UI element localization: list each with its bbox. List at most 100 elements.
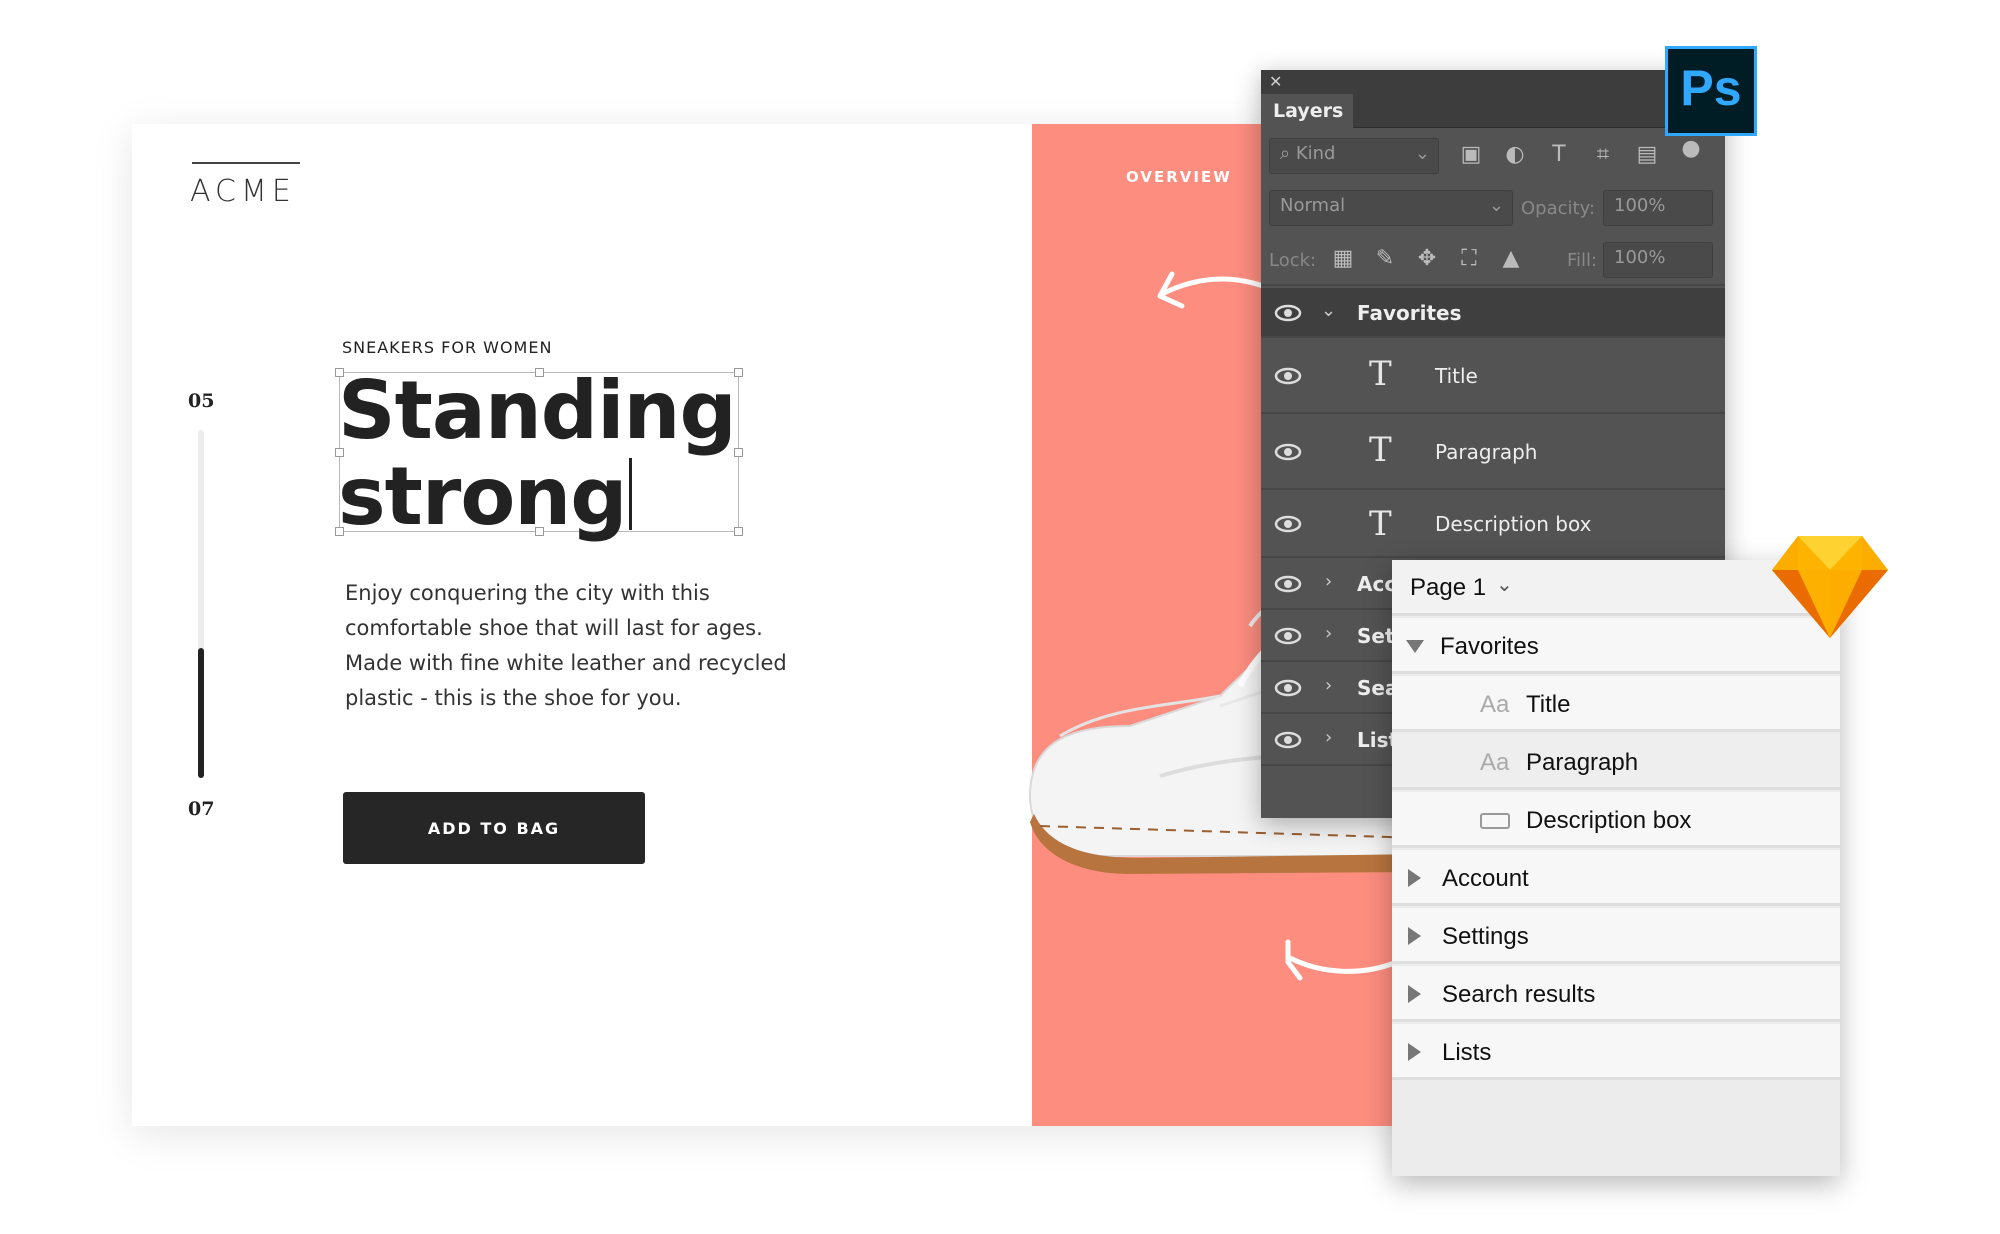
layer-name: Title — [1526, 691, 1571, 718]
eye-icon[interactable] — [1273, 509, 1303, 539]
chevron-down-icon[interactable]: ⌄ — [1321, 300, 1336, 321]
layer-filter-row: ⌕ Kind ⌄ ▣ ◐ T ⌗ ▤ ● — [1261, 130, 1725, 182]
blend-row: Normal ⌄ Opacity: 100% — [1261, 182, 1725, 234]
page-selector-label: Page 1 — [1410, 574, 1487, 601]
sketch-layer-description-box[interactable]: Description box — [1392, 792, 1840, 848]
eyebrow-label: SNEAKERS FOR WOMEN — [342, 338, 553, 357]
tab-layers[interactable]: Layers — [1261, 94, 1353, 128]
eye-icon[interactable] — [1273, 437, 1303, 467]
step-current: 05 — [188, 390, 215, 412]
text-layer-icon: Aa — [1480, 691, 1510, 718]
eye-icon[interactable] — [1273, 569, 1303, 599]
layer-name: Title — [1435, 364, 1478, 388]
blend-mode-select[interactable]: Normal ⌄ — [1269, 190, 1513, 226]
logo-text: ACME — [190, 174, 296, 209]
sketch-layer-title[interactable]: Aa Title — [1392, 676, 1840, 732]
sketch-group-account[interactable]: Account — [1392, 850, 1840, 906]
disclosure-right-icon[interactable] — [1408, 1043, 1421, 1061]
shape-filter-icon[interactable]: ⌗ — [1589, 142, 1617, 170]
headline[interactable]: Standing strong — [338, 364, 737, 540]
type-layer-icon: T — [1369, 354, 1392, 394]
chevron-right-icon[interactable]: › — [1325, 675, 1332, 696]
adjustment-filter-icon[interactable]: ◐ — [1501, 142, 1529, 170]
lock-row: Lock: ▦ ✎ ✥ ⛶ ▲ Fill: 100% — [1261, 234, 1725, 286]
layer-text-description-box[interactable]: T Description box — [1261, 490, 1725, 558]
sketch-layers-panel: Page 1 ⌄ Favorites Aa Title Aa Paragraph… — [1392, 560, 1840, 1176]
group-name: Search results — [1442, 981, 1596, 1008]
text-cursor — [628, 458, 632, 530]
eye-icon[interactable] — [1273, 673, 1303, 703]
lock-pixels-brush-icon[interactable]: ✎ — [1371, 246, 1399, 274]
eye-icon[interactable] — [1273, 621, 1303, 651]
layer-name: Favorites — [1357, 301, 1462, 325]
layer-name: Set — [1357, 624, 1395, 648]
filter-kind-select[interactable]: ⌕ Kind ⌄ — [1269, 138, 1439, 174]
acme-logo: ACME — [190, 162, 302, 209]
disclosure-right-icon[interactable] — [1408, 869, 1421, 887]
step-progress-fill — [198, 648, 204, 778]
opacity-value: 100% — [1614, 195, 1666, 216]
layer-name: Acc — [1357, 572, 1397, 596]
step-total: 07 — [188, 798, 215, 820]
headline-line-2: strong — [338, 454, 736, 540]
rectangle-icon — [1480, 813, 1510, 829]
lock-all-icon[interactable]: ▲ — [1497, 246, 1525, 274]
photoshop-logo-text: Ps — [1680, 60, 1742, 116]
group-name: Settings — [1442, 923, 1529, 950]
type-layer-icon: T — [1369, 504, 1392, 544]
layer-name: Description box — [1526, 807, 1692, 834]
layer-group-favorites[interactable]: ⌄ Favorites — [1261, 288, 1725, 338]
text-layer-icon: Aa — [1480, 749, 1510, 776]
sketch-group-lists[interactable]: Lists — [1392, 1024, 1840, 1080]
lock-label: Lock: — [1269, 250, 1317, 271]
logo-rule — [192, 162, 300, 164]
fill-label: Fill: — [1567, 250, 1598, 271]
product-description: Enjoy conquering the city with this comf… — [345, 581, 787, 710]
photoshop-logo: Ps — [1665, 46, 1757, 136]
chevron-right-icon[interactable]: › — [1325, 727, 1332, 748]
smart-object-filter-icon[interactable]: ▤ — [1633, 142, 1661, 170]
search-icon: ⌕ — [1280, 143, 1296, 164]
eye-icon[interactable] — [1273, 298, 1303, 328]
disclosure-down-icon[interactable] — [1406, 640, 1424, 653]
chevron-down-icon: ⌄ — [1414, 143, 1430, 164]
headline-line-1: Standing — [338, 364, 737, 457]
chevron-down-icon: ⌄ — [1496, 574, 1513, 596]
overview-nav-link[interactable]: OVERVIEW — [1126, 168, 1232, 186]
filter-toggle-icon[interactable]: ● — [1677, 136, 1705, 164]
lock-position-move-icon[interactable]: ✥ — [1413, 246, 1441, 274]
image-filter-icon[interactable]: ▣ — [1457, 142, 1485, 170]
filter-kind-label: Kind — [1295, 143, 1336, 164]
close-icon[interactable]: ✕ — [1269, 72, 1282, 91]
add-to-bag-button[interactable]: ADD TO BAG — [343, 792, 645, 864]
sketch-group-settings[interactable]: Settings — [1392, 908, 1840, 964]
fill-field[interactable]: 100% — [1603, 242, 1713, 278]
chevron-right-icon[interactable]: › — [1325, 571, 1332, 592]
blend-mode-value: Normal — [1280, 195, 1346, 216]
group-name: Lists — [1442, 1039, 1492, 1066]
layer-name: Paragraph — [1435, 440, 1538, 464]
lock-artboard-icon[interactable]: ⛶ — [1455, 246, 1483, 274]
sketch-layer-paragraph[interactable]: Aa Paragraph — [1392, 734, 1840, 790]
chevron-right-icon[interactable]: › — [1325, 623, 1332, 644]
chevron-down-icon: ⌄ — [1488, 195, 1504, 216]
panel-titlebar: ✕ — [1261, 70, 1725, 94]
eye-icon[interactable] — [1273, 361, 1303, 391]
lock-transparency-icon[interactable]: ▦ — [1329, 246, 1357, 274]
opacity-label: Opacity: — [1521, 198, 1595, 219]
fill-value: 100% — [1614, 247, 1666, 268]
curved-arrow-icon — [1285, 939, 1400, 981]
group-name: Favorites — [1440, 633, 1539, 660]
group-name: Account — [1442, 865, 1529, 892]
sketch-group-search-results[interactable]: Search results — [1392, 966, 1840, 1022]
disclosure-right-icon[interactable] — [1408, 927, 1421, 945]
design-artboard: ACME 05 07 SNEAKERS FOR WOMEN Standing s… — [132, 124, 1442, 1126]
layer-text-paragraph[interactable]: T Paragraph — [1261, 414, 1725, 490]
layer-text-title[interactable]: T Title — [1261, 338, 1725, 414]
eye-icon[interactable] — [1273, 725, 1303, 755]
type-layer-icon: T — [1369, 430, 1392, 470]
type-filter-icon[interactable]: T — [1545, 142, 1573, 170]
disclosure-right-icon[interactable] — [1408, 985, 1421, 1003]
headline-line-2-text: strong — [338, 450, 627, 543]
opacity-field[interactable]: 100% — [1603, 190, 1713, 226]
